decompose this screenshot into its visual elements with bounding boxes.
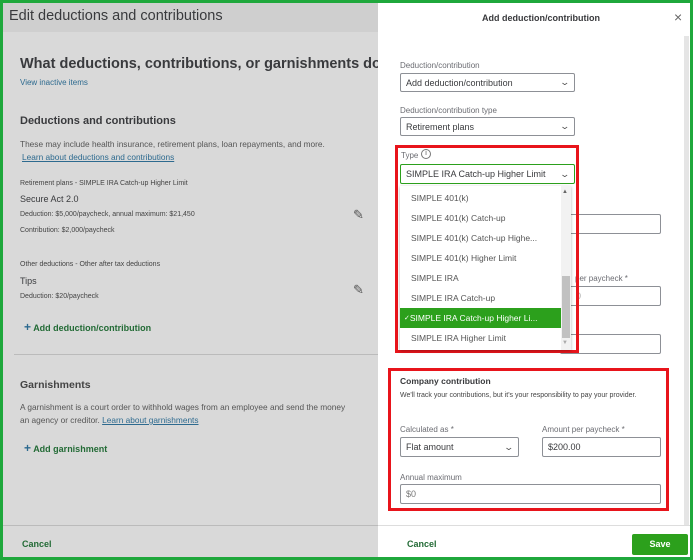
add-garnishment-label: Add garnishment: [33, 444, 108, 454]
option-label: SIMPLE 401(k) Catch-up: [411, 213, 506, 223]
info-icon[interactable]: i: [421, 149, 431, 159]
item-name: Tips: [20, 276, 37, 286]
page-header: Edit deductions and contributions: [0, 0, 378, 32]
option-label: SIMPLE 401(k): [411, 193, 469, 203]
item-contribution: Contribution: $2,000/paycheck: [20, 227, 115, 234]
type-dropdown-list: ▲ ▼ SIMPLE 401(k) SIMPLE 401(k) Catch-up S…: [400, 186, 571, 350]
edit-pencil-icon[interactable]: ✎: [353, 282, 364, 298]
calculated-as-value: Flat amount: [406, 442, 454, 452]
page-title: Edit deductions and contributions: [9, 8, 223, 24]
plus-icon: +: [24, 320, 32, 334]
option-label: SIMPLE IRA: [411, 273, 459, 283]
company-contribution-description: We'll track your contributions, but it's…: [400, 392, 637, 399]
item-deduction: Deduction: $20/paycheck: [20, 293, 99, 300]
item-name: Secure Act 2.0: [20, 194, 79, 204]
learn-garnishments-link[interactable]: Learn about garnishments: [102, 415, 198, 425]
type-group-value: Retirement plans: [406, 121, 475, 132]
panel-title: Add deduction/contribution: [482, 13, 600, 23]
calculated-as-label: Calculated as *: [400, 425, 454, 434]
scroll-up-icon[interactable]: ▲: [562, 189, 568, 195]
type-select[interactable]: SIMPLE IRA Catch-up Higher Limit ⌄: [400, 164, 575, 184]
close-icon[interactable]: ×: [674, 9, 682, 25]
option-label: SIMPLE 401(k) Higher Limit: [411, 253, 517, 263]
scroll-down-icon[interactable]: ▼: [562, 340, 568, 346]
edit-deductions-page: Edit deductions and contributions What d…: [0, 0, 378, 560]
panel-scrollbar[interactable]: [684, 36, 689, 526]
amount-label: Amount per paycheck *: [542, 425, 625, 434]
option-label: SIMPLE IRA Higher Limit: [411, 333, 506, 343]
add-deduction-button[interactable]: + Add deduction/contribution: [24, 320, 151, 334]
calculated-as-select[interactable]: Flat amount ⌄: [400, 437, 519, 457]
type-group-label: Deduction/contribution type: [400, 106, 497, 115]
add-deduction-label: Add deduction/contribution: [33, 323, 152, 333]
dropdown-scrollbar[interactable]: ▲ ▼: [561, 186, 571, 350]
chevron-down-icon: ⌄: [503, 441, 515, 452]
dropdown-option[interactable]: SIMPLE IRA Higher Limit: [400, 328, 561, 348]
item-deduction: Deduction: $5,000/paycheck, annual maxim…: [20, 211, 195, 218]
chevron-down-icon: ⌄: [559, 168, 571, 179]
item-category: Retirement plans - SIMPLE IRA Catch-up H…: [20, 180, 188, 187]
garnishments-description-2: an agency or creditor. Learn about garni…: [20, 415, 199, 425]
deduction-label: Deduction/contribution: [400, 61, 480, 70]
edit-pencil-icon[interactable]: ✎: [353, 207, 364, 223]
dropdown-option[interactable]: ✓ SIMPLE IRA Catch-up Higher Li...: [400, 308, 561, 328]
annual-maximum-label: Annual maximum: [400, 473, 462, 482]
save-button[interactable]: Save: [632, 534, 688, 555]
type-group-select[interactable]: Retirement plans ⌄: [400, 117, 575, 136]
amount-input[interactable]: $200.00: [542, 437, 661, 457]
footer-divider: [0, 525, 378, 526]
panel-footer-divider: [378, 525, 693, 526]
garnishments-text: an agency or creditor.: [20, 415, 100, 425]
question-heading: What deductions, contributions, or garni…: [20, 56, 378, 72]
dropdown-option[interactable]: SIMPLE 401(k) Catch-up Highe...: [400, 228, 561, 248]
deduction-value: Add deduction/contribution: [406, 77, 513, 88]
option-label: SIMPLE IRA Catch-up Higher Li...: [409, 313, 538, 323]
option-label: SIMPLE 401(k) Catch-up Highe...: [411, 233, 538, 243]
dropdown-option[interactable]: SIMPLE 401(k): [400, 188, 561, 208]
learn-deductions-link[interactable]: Learn about deductions and contributions: [22, 152, 174, 162]
dropdown-option[interactable]: SIMPLE 401(k) Catch-up: [400, 208, 561, 228]
garnishments-description: A garnishment is a court order to withho…: [20, 402, 346, 412]
chevron-down-icon: ⌄: [559, 121, 571, 131]
dropdown-option[interactable]: SIMPLE 401(k) Higher Limit: [400, 248, 561, 268]
annual-maximum-input[interactable]: $0: [400, 484, 661, 504]
add-garnishment-button[interactable]: + Add garnishment: [24, 441, 107, 455]
option-label: SIMPLE IRA Catch-up: [411, 293, 496, 303]
panel-cancel-button[interactable]: Cancel: [407, 539, 437, 549]
dropdown-option[interactable]: SIMPLE IRA: [400, 268, 561, 288]
deductions-heading: Deductions and contributions: [20, 115, 176, 127]
hidden-label: per paycheck *: [575, 274, 628, 283]
deduction-select[interactable]: Add deduction/contribution ⌄: [400, 73, 575, 92]
view-inactive-link[interactable]: View inactive items: [20, 78, 88, 87]
item-category: Other deductions - Other after tax deduc…: [20, 261, 161, 268]
type-value: SIMPLE IRA Catch-up Higher Limit: [406, 169, 546, 179]
divider: [14, 354, 378, 355]
chevron-down-icon: ⌄: [559, 77, 571, 87]
deductions-description: These may include health insurance, reti…: [20, 139, 325, 149]
company-contribution-heading: Company contribution: [400, 376, 491, 386]
dropdown-option[interactable]: SIMPLE IRA Catch-up: [400, 288, 561, 308]
plus-icon: +: [24, 441, 32, 455]
scrollbar-thumb[interactable]: [562, 276, 570, 338]
type-label: Type: [401, 151, 419, 160]
cancel-button[interactable]: Cancel: [22, 539, 52, 549]
garnishments-heading: Garnishments: [20, 379, 91, 391]
